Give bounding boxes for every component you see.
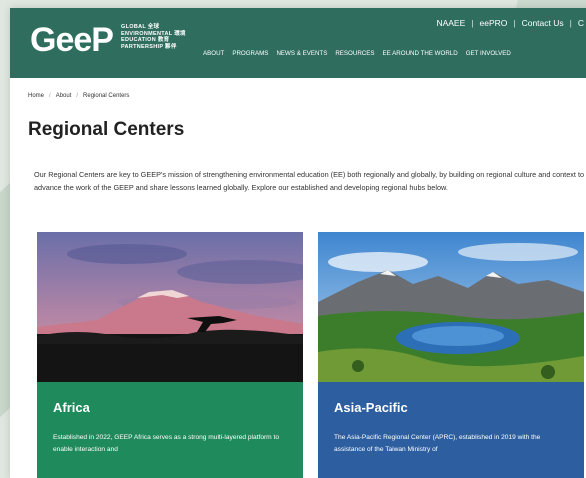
breadcrumb-separator: / xyxy=(49,93,51,99)
card-title[interactable]: Asia-Pacific xyxy=(334,400,408,415)
nav-item-get-involved[interactable]: GET INVOLVED xyxy=(466,50,511,57)
card-description: The Asia-Pacific Regional Center (APRC),… xyxy=(334,434,541,453)
nav-item-resources[interactable]: RESOURCES xyxy=(335,50,374,57)
nav-item-news-events[interactable]: NEWS & EVENTS xyxy=(276,50,327,57)
region-card-africa[interactable]: Africa Established in 2022, GEEP Africa … xyxy=(37,232,303,478)
breadcrumb-about[interactable]: About xyxy=(56,93,72,99)
nav-item-programs[interactable]: PROGRAMS xyxy=(232,50,268,57)
nav-item-ee-around-world[interactable]: EE AROUND THE WORLD xyxy=(383,50,458,57)
browser-page: GeeP GLOBAL 全球 ENVIRONMENTAL 環境 EDUCATIO… xyxy=(10,8,586,478)
utility-link-contact[interactable]: Contact Us xyxy=(522,18,564,28)
utility-nav: NAAEE | eePRO | Contact Us | C xyxy=(436,18,584,28)
breadcrumb-home[interactable]: Home xyxy=(28,93,44,99)
separator: | xyxy=(513,18,516,28)
main-nav: ABOUT PROGRAMS NEWS & EVENTS RESOURCES E… xyxy=(203,50,511,57)
card-body: Asia-Pacific The Asia-Pacific Regional C… xyxy=(318,382,584,478)
utility-link-eepro[interactable]: eePRO xyxy=(480,18,508,28)
geep-logo[interactable]: GeeP xyxy=(30,22,114,58)
separator: | xyxy=(569,18,572,28)
intro-paragraph: Our Regional Centers are key to GEEP's m… xyxy=(34,170,585,192)
logo-subtitle: GLOBAL 全球 ENVIRONMENTAL 環境 EDUCATION 教育 … xyxy=(121,24,186,50)
page-title: Regional Centers xyxy=(28,119,185,140)
breadcrumb: Home / About / Regional Centers xyxy=(28,93,129,99)
africa-landscape-image xyxy=(37,232,303,382)
utility-link-naaee[interactable]: NAAEE xyxy=(436,18,465,28)
card-description: Established in 2022, GEEP Africa serves … xyxy=(53,434,280,453)
card-body: Africa Established in 2022, GEEP Africa … xyxy=(37,382,303,478)
region-card-asia-pacific[interactable]: Asia-Pacific The Asia-Pacific Regional C… xyxy=(318,232,584,478)
separator: | xyxy=(471,18,474,28)
breadcrumb-current: Regional Centers xyxy=(83,93,130,99)
breadcrumb-separator: / xyxy=(76,93,79,99)
utility-link-more[interactable]: C xyxy=(578,18,584,28)
asia-pacific-landscape-image xyxy=(318,232,584,382)
nav-item-about[interactable]: ABOUT xyxy=(203,50,224,57)
card-title[interactable]: Africa xyxy=(53,400,90,415)
site-header: GeeP GLOBAL 全球 ENVIRONMENTAL 環境 EDUCATIO… xyxy=(10,8,586,78)
